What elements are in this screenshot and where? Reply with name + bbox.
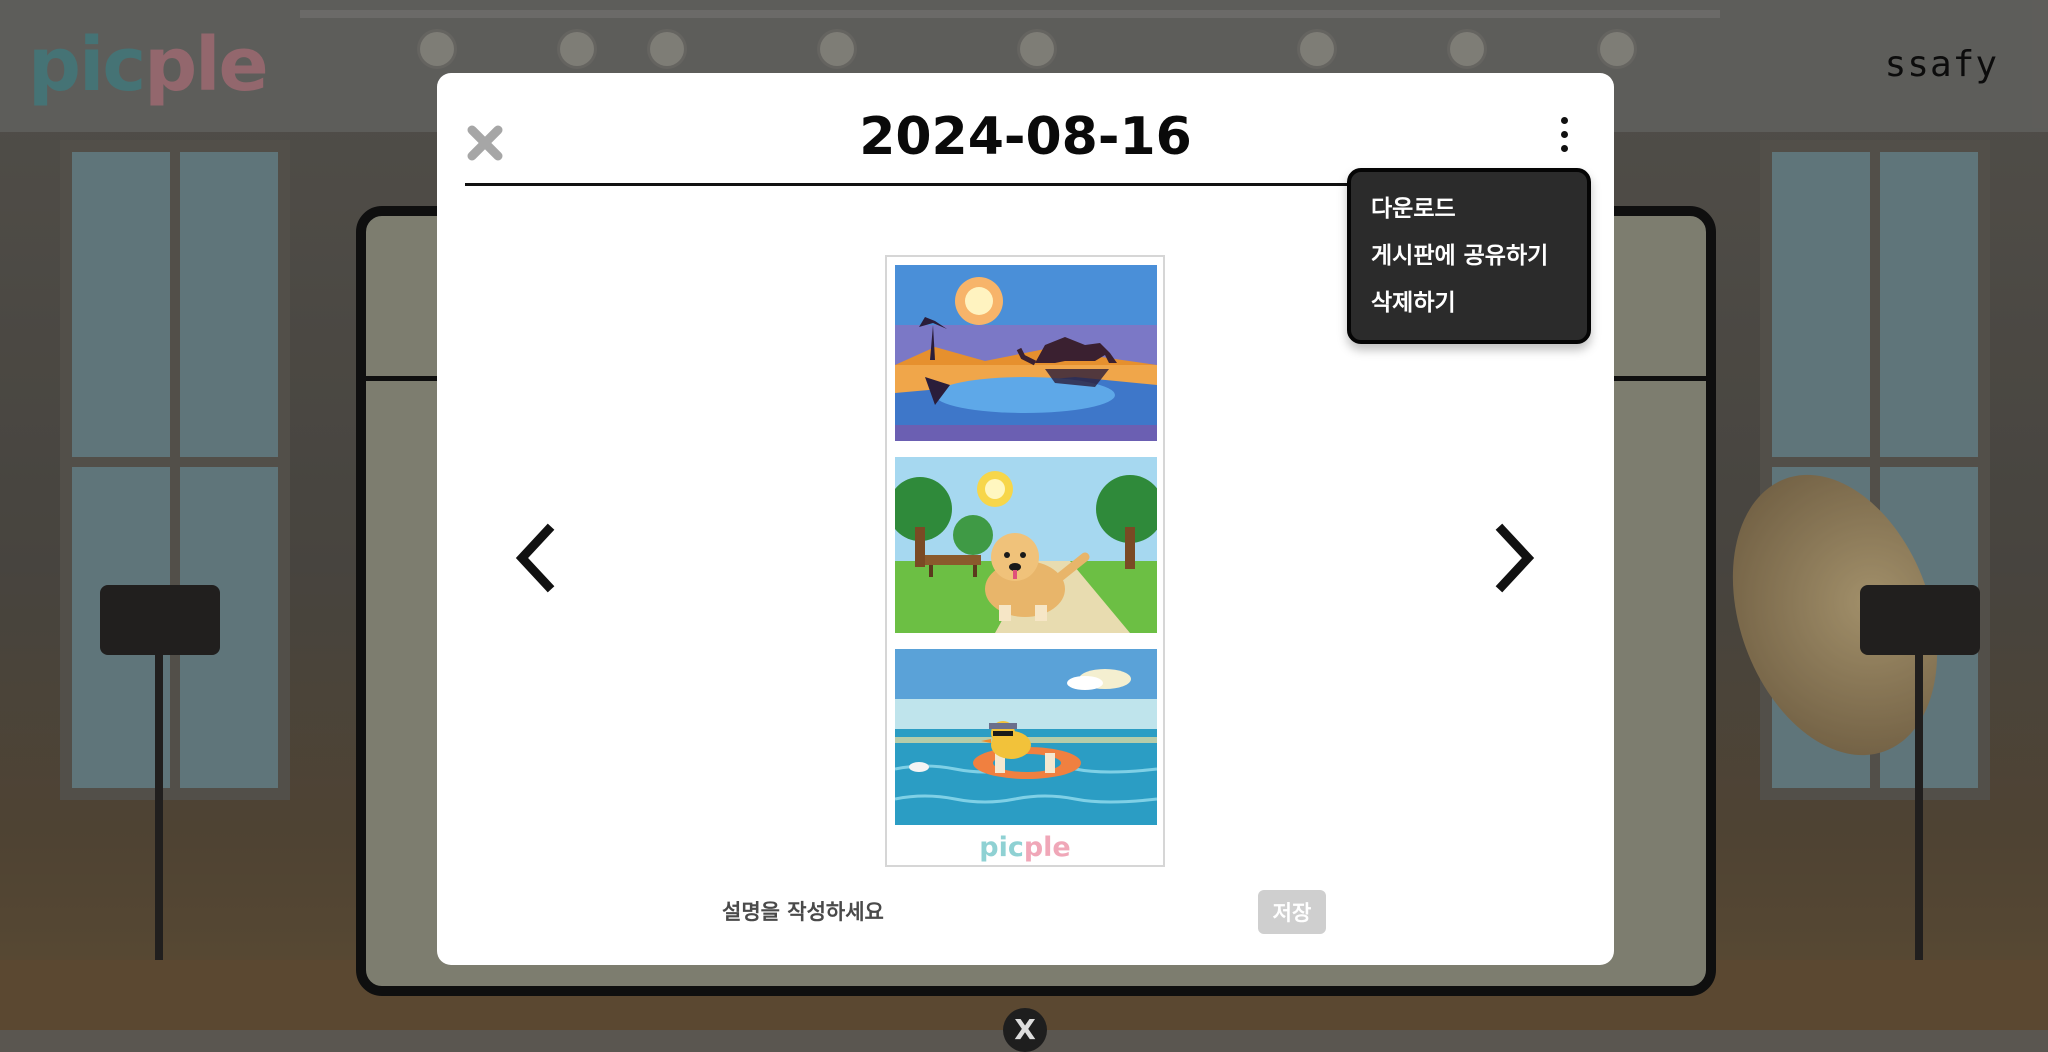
- chevron-right-icon: [1495, 523, 1535, 593]
- photo-camel-oasis: [895, 265, 1157, 441]
- description-input[interactable]: [720, 889, 1244, 935]
- photo-dog-park: [895, 457, 1157, 633]
- save-button[interactable]: 저장: [1258, 890, 1326, 934]
- background-close-button[interactable]: X: [1003, 1008, 1047, 1052]
- more-vertical-icon: [1554, 117, 1574, 152]
- strip-brand-part-1: pic: [979, 832, 1024, 863]
- prev-button[interactable]: [506, 520, 566, 596]
- photo-strip-frame: picple: [885, 255, 1165, 867]
- menu-item-delete[interactable]: 삭제하기: [1371, 288, 1587, 335]
- more-options-button[interactable]: [1554, 117, 1574, 163]
- modal-title-date: 2024-08-16: [859, 107, 1192, 167]
- menu-item-share-board[interactable]: 게시판에 공유하기: [1371, 241, 1587, 288]
- photo-duck-sea: [895, 649, 1157, 825]
- menu-item-download[interactable]: 다운로드: [1371, 194, 1587, 241]
- chevron-left-icon: [515, 523, 555, 593]
- strip-brand-logo: picple: [887, 832, 1163, 863]
- options-menu: 다운로드 게시판에 공유하기 삭제하기: [1347, 168, 1591, 344]
- next-button[interactable]: [1484, 520, 1544, 596]
- strip-brand-part-2: ple: [1023, 832, 1071, 863]
